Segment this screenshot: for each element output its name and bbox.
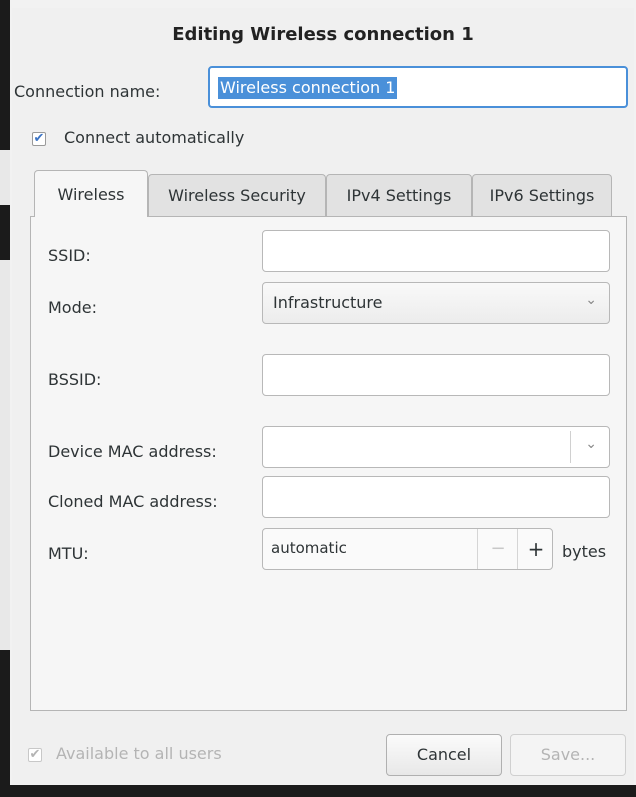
tab-ipv4-settings[interactable]: IPv4 Settings <box>326 174 472 216</box>
device-mac-label: Device MAC address: <box>48 442 217 461</box>
connection-name-input[interactable]: Wireless connection 1 <box>208 66 628 108</box>
bssid-input[interactable] <box>262 354 610 396</box>
save-button[interactable]: Save... <box>510 734 626 776</box>
window-edge-bottom <box>0 785 636 797</box>
connect-automatically-checkbox[interactable]: ✔ <box>32 132 46 146</box>
chevron-down-icon[interactable]: ⌄ <box>585 436 597 452</box>
ssid-label: SSID: <box>48 246 91 265</box>
chevron-down-icon: ⌄ <box>585 292 597 308</box>
mode-value: Infrastructure <box>273 293 383 312</box>
combo-divider <box>570 431 571 463</box>
available-to-all-users-label[interactable]: Available to all users <box>56 744 222 763</box>
mtu-spinbutton[interactable]: automatic − + <box>262 528 553 570</box>
connection-name-label: Connection name: <box>14 82 161 101</box>
cloned-mac-input[interactable] <box>262 476 610 518</box>
dialog-title: Editing Wireless connection 1 <box>172 24 474 45</box>
mtu-label: MTU: <box>48 544 89 563</box>
tab-wireless[interactable]: Wireless <box>34 170 148 217</box>
connect-automatically-label[interactable]: Connect automatically <box>64 128 244 147</box>
check-icon: ✔ <box>29 747 41 762</box>
mtu-increment-button[interactable]: + <box>517 529 554 569</box>
ssid-input[interactable] <box>262 230 610 272</box>
window-edge-left <box>0 0 10 797</box>
mtu-decrement-button[interactable]: − <box>477 529 518 569</box>
check-icon: ✔ <box>33 131 45 146</box>
mode-label: Mode: <box>48 298 97 317</box>
background-window-sliver <box>0 260 10 650</box>
mtu-unit-label: bytes <box>562 542 607 561</box>
device-mac-combo[interactable]: ⌄ <box>262 426 610 468</box>
available-to-all-users-checkbox[interactable]: ✔ <box>28 748 42 762</box>
edit-connection-dialog: Editing Wireless connection 1 Connection… <box>12 8 634 784</box>
tab-ipv6-settings[interactable]: IPv6 Settings <box>472 174 612 216</box>
bssid-label: BSSID: <box>48 370 102 389</box>
background-window-sliver <box>0 150 10 205</box>
mode-select[interactable]: Infrastructure ⌄ <box>262 282 610 324</box>
tab-wireless-security[interactable]: Wireless Security <box>148 174 326 216</box>
cancel-button[interactable]: Cancel <box>386 734 502 776</box>
cloned-mac-label: Cloned MAC address: <box>48 492 218 511</box>
mtu-value[interactable]: automatic <box>271 539 347 557</box>
connection-name-value: Wireless connection 1 <box>218 77 398 99</box>
